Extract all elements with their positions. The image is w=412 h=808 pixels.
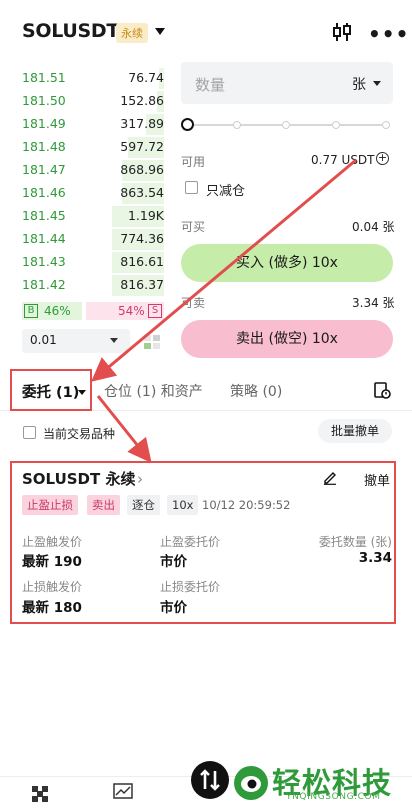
- annotation-arrows: [91, 158, 357, 464]
- chart-icon[interactable]: [113, 783, 133, 801]
- trade-swap-icon[interactable]: [190, 760, 230, 800]
- app-root: SOLUSDT 永续 ••• 181.51 76.74 181.50 152.86 18…: [0, 0, 412, 808]
- watermark-logo-icon: [234, 766, 268, 800]
- arrow-to-order-card: [96, 395, 152, 464]
- arrow-to-orders-tab: [91, 158, 357, 382]
- grid-icon[interactable]: [31, 785, 49, 803]
- watermark-url: YNQINGSONG.COM: [286, 792, 381, 802]
